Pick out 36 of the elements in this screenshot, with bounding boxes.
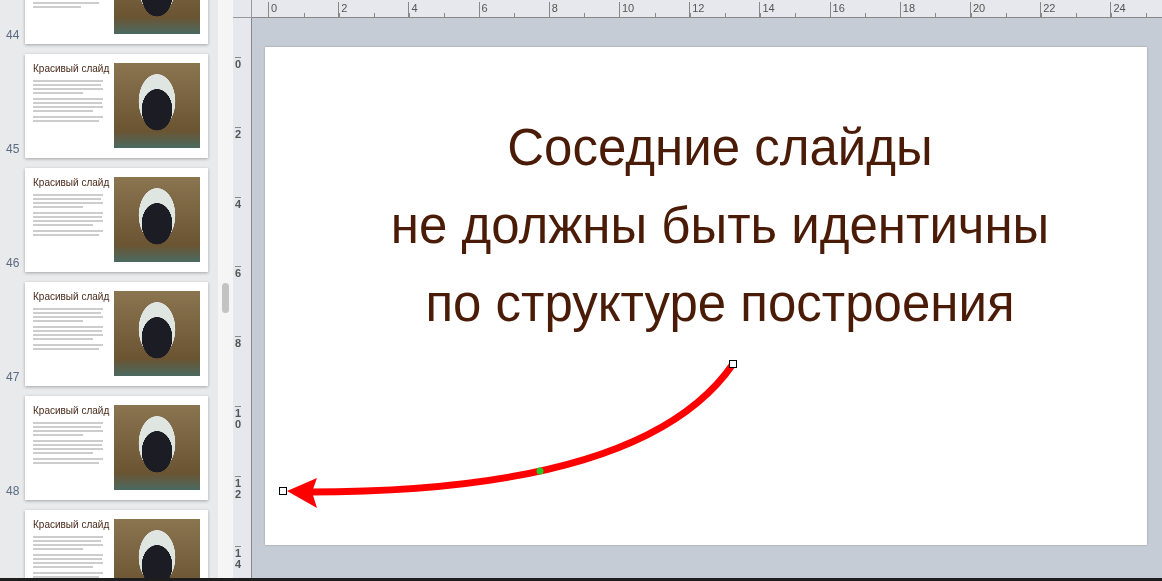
- curved-arrow[interactable]: [287, 361, 736, 508]
- curve-handle[interactable]: [536, 467, 544, 475]
- slide-thumbnail[interactable]: Красивый слайд: [25, 54, 208, 158]
- resize-handle[interactable]: [279, 487, 287, 495]
- slide-thumbnail[interactable]: Красивый слайд: [25, 282, 208, 386]
- text-lines-drawing: [33, 308, 105, 350]
- text-lines-drawing: [33, 422, 105, 464]
- ruler-label: 0: [235, 57, 242, 70]
- ruler-label: 12: [235, 475, 242, 500]
- ruler-label: 10: [235, 406, 242, 430]
- slide-number: 48: [5, 484, 21, 500]
- ruler-label: 2: [235, 126, 242, 140]
- scrollbar-thumb[interactable]: [222, 283, 229, 313]
- slide-number: 47: [5, 370, 21, 386]
- slide-title: Красивый слайд: [33, 291, 108, 302]
- slide-thumbnail[interactable]: Красивый слайд: [25, 510, 208, 578]
- slide-number: 44: [5, 28, 21, 44]
- text-lines-drawing: [33, 80, 105, 122]
- ruler-label: 14: [235, 545, 242, 570]
- slide-heading-line: по структуре построения: [425, 275, 1015, 332]
- resize-handle[interactable]: [729, 360, 737, 368]
- slide-title: Красивый слайд: [33, 63, 108, 74]
- slide-thumbnail[interactable]: Красивый слайд: [25, 396, 208, 500]
- slide-thumbnail[interactable]: Красивый слайд: [25, 168, 208, 272]
- slide-number: 46: [5, 256, 21, 272]
- slide-heading-line: не должны быть идентичны: [390, 197, 1050, 254]
- slide-title: Красивый слайд: [33, 177, 108, 188]
- ruler-label: 6: [235, 266, 242, 280]
- ruler-label: 8: [235, 336, 242, 350]
- slide-title: Красивый слайд: [33, 405, 108, 416]
- text-lines-drawing: [33, 536, 105, 578]
- ruler-label: 4: [235, 196, 242, 210]
- slide-title: Красивый слайд: [33, 519, 108, 530]
- slide-heading-line: Соседние слайды: [507, 119, 933, 176]
- slide-number: 45: [5, 142, 21, 158]
- text-lines-drawing: [33, 194, 105, 236]
